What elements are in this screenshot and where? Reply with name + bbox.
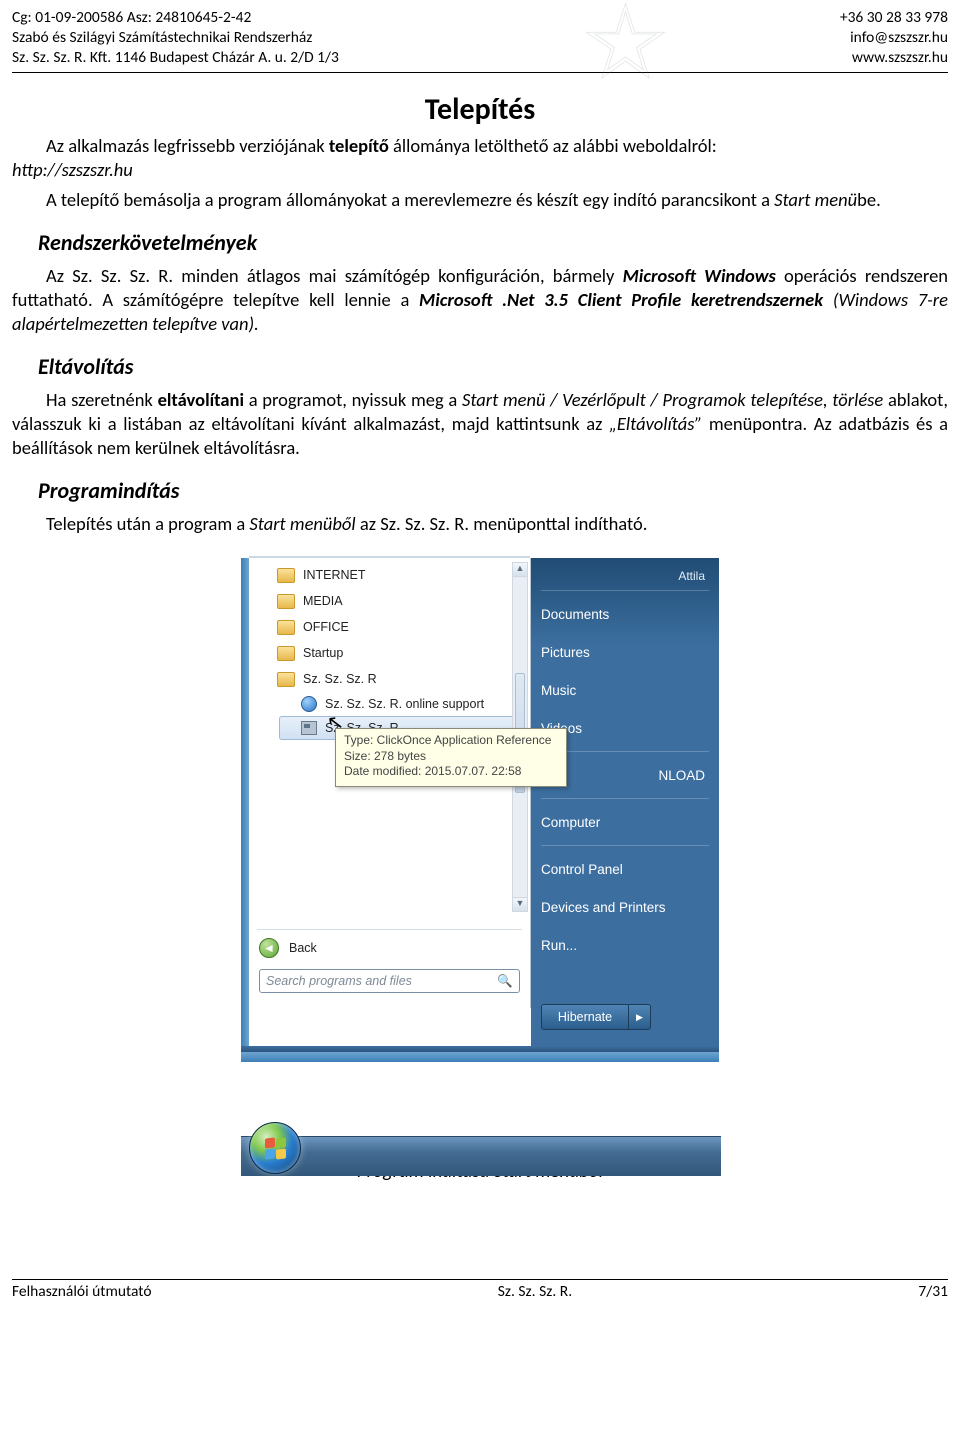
page-title: Telepítés xyxy=(12,91,948,128)
section-uninstall: Eltávolítás xyxy=(38,353,948,380)
scroll-up-icon[interactable]: ▲ xyxy=(513,563,527,577)
start-right-devices[interactable]: Devices and Printers xyxy=(541,888,709,926)
start-right-music[interactable]: Music xyxy=(541,671,709,709)
paragraph-requirements: Az Sz. Sz. Sz. R. minden átlagos mai szá… xyxy=(12,264,948,335)
start-right-pictures[interactable]: Pictures xyxy=(541,633,709,671)
header-right-email: info@szszszr.hu xyxy=(840,28,948,48)
start-shutdown-button[interactable]: Hibernate ▶ xyxy=(541,1004,651,1030)
start-orb-button[interactable] xyxy=(249,1122,301,1174)
footer-left: Felhasználói útmutató xyxy=(12,1282,152,1301)
folder-icon xyxy=(277,672,295,687)
chevron-right-icon[interactable]: ▶ xyxy=(628,1005,650,1029)
start-right-controlpanel[interactable]: Control Panel xyxy=(541,850,709,888)
search-icon: 🔍 xyxy=(497,974,513,989)
start-search-input[interactable]: Search programs and files 🔍 xyxy=(259,969,520,993)
start-folder-startup[interactable]: Startup xyxy=(255,640,524,666)
start-folder-office[interactable]: OFFICE xyxy=(255,614,524,640)
paragraph-installer: A telepítő bemásolja a program állományo… xyxy=(12,188,948,212)
paragraph-uninstall: Ha szeretnénk eltávolítani a programot, … xyxy=(12,388,948,459)
start-folder-media[interactable]: MEDIA xyxy=(255,588,524,614)
header-rule xyxy=(12,72,948,73)
folder-icon xyxy=(277,646,295,661)
search-placeholder: Search programs and files xyxy=(266,974,412,988)
section-requirements: Rendszerkövetelmények xyxy=(38,229,948,256)
start-folder-internet[interactable]: INTERNET xyxy=(255,562,524,588)
start-right-documents[interactable]: Documents xyxy=(541,595,709,633)
page-footer: Felhasználói útmutató Sz. Sz. Sz. R. 7/3… xyxy=(12,1279,948,1301)
folder-icon xyxy=(277,620,295,635)
folder-icon xyxy=(277,594,295,609)
header-left-line3: Sz. Sz. Sz. R. Kft. 1146 Budapest Cházár… xyxy=(12,48,339,68)
windows-logo-icon xyxy=(265,1138,287,1160)
mouse-cursor-icon: ↖ xyxy=(325,709,345,736)
header-left-line1: Cg: 01-09-200586 Asz: 24810645-2-42 xyxy=(12,8,339,28)
start-item-tooltip: Type: ClickOnce Application Reference Si… xyxy=(335,728,567,787)
start-right-run[interactable]: Run... xyxy=(541,926,709,964)
start-right-user[interactable]: Attila xyxy=(541,566,709,586)
footer-right: 7/31 xyxy=(918,1282,948,1301)
scroll-down-icon[interactable]: ▼ xyxy=(513,897,527,911)
taskbar-snippet xyxy=(247,1122,717,1176)
header-left-line2: Szabó és Szilágyi Számítástechnikai Rend… xyxy=(12,28,339,48)
folder-icon xyxy=(277,568,295,583)
start-right-computer[interactable]: Computer xyxy=(541,803,709,841)
download-link[interactable]: http://szszszr.hu xyxy=(12,158,133,181)
section-launch: Programindítás xyxy=(38,477,948,504)
header-right-phone: +36 30 28 33 978 xyxy=(840,8,948,28)
application-icon xyxy=(301,721,317,735)
start-item-online-support[interactable]: Sz. Sz. Sz. R. online support xyxy=(279,692,524,716)
start-menu-right-pane: Attila Documents Pictures Music Videos N… xyxy=(531,558,719,1052)
start-back-button[interactable]: ◄ Back xyxy=(259,936,317,960)
help-icon xyxy=(301,696,317,712)
paragraph-intro: Az alkalmazás legfrissebb verziójának te… xyxy=(12,134,948,181)
start-menu-screenshot: INTERNET MEDIA OFFICE Startup Sz. Sz. Sz… xyxy=(241,558,719,1062)
footer-mid: Sz. Sz. Sz. R. xyxy=(498,1282,572,1301)
header-right-url: www.szszszr.hu xyxy=(840,48,948,68)
page-header: Cg: 01-09-200586 Asz: 24810645-2-42 Szab… xyxy=(12,8,948,68)
paragraph-launch: Telepítés után a program a Start menüből… xyxy=(12,512,948,536)
start-folder-szszszr[interactable]: Sz. Sz. Sz. R xyxy=(255,666,524,692)
back-arrow-icon: ◄ xyxy=(259,938,279,958)
